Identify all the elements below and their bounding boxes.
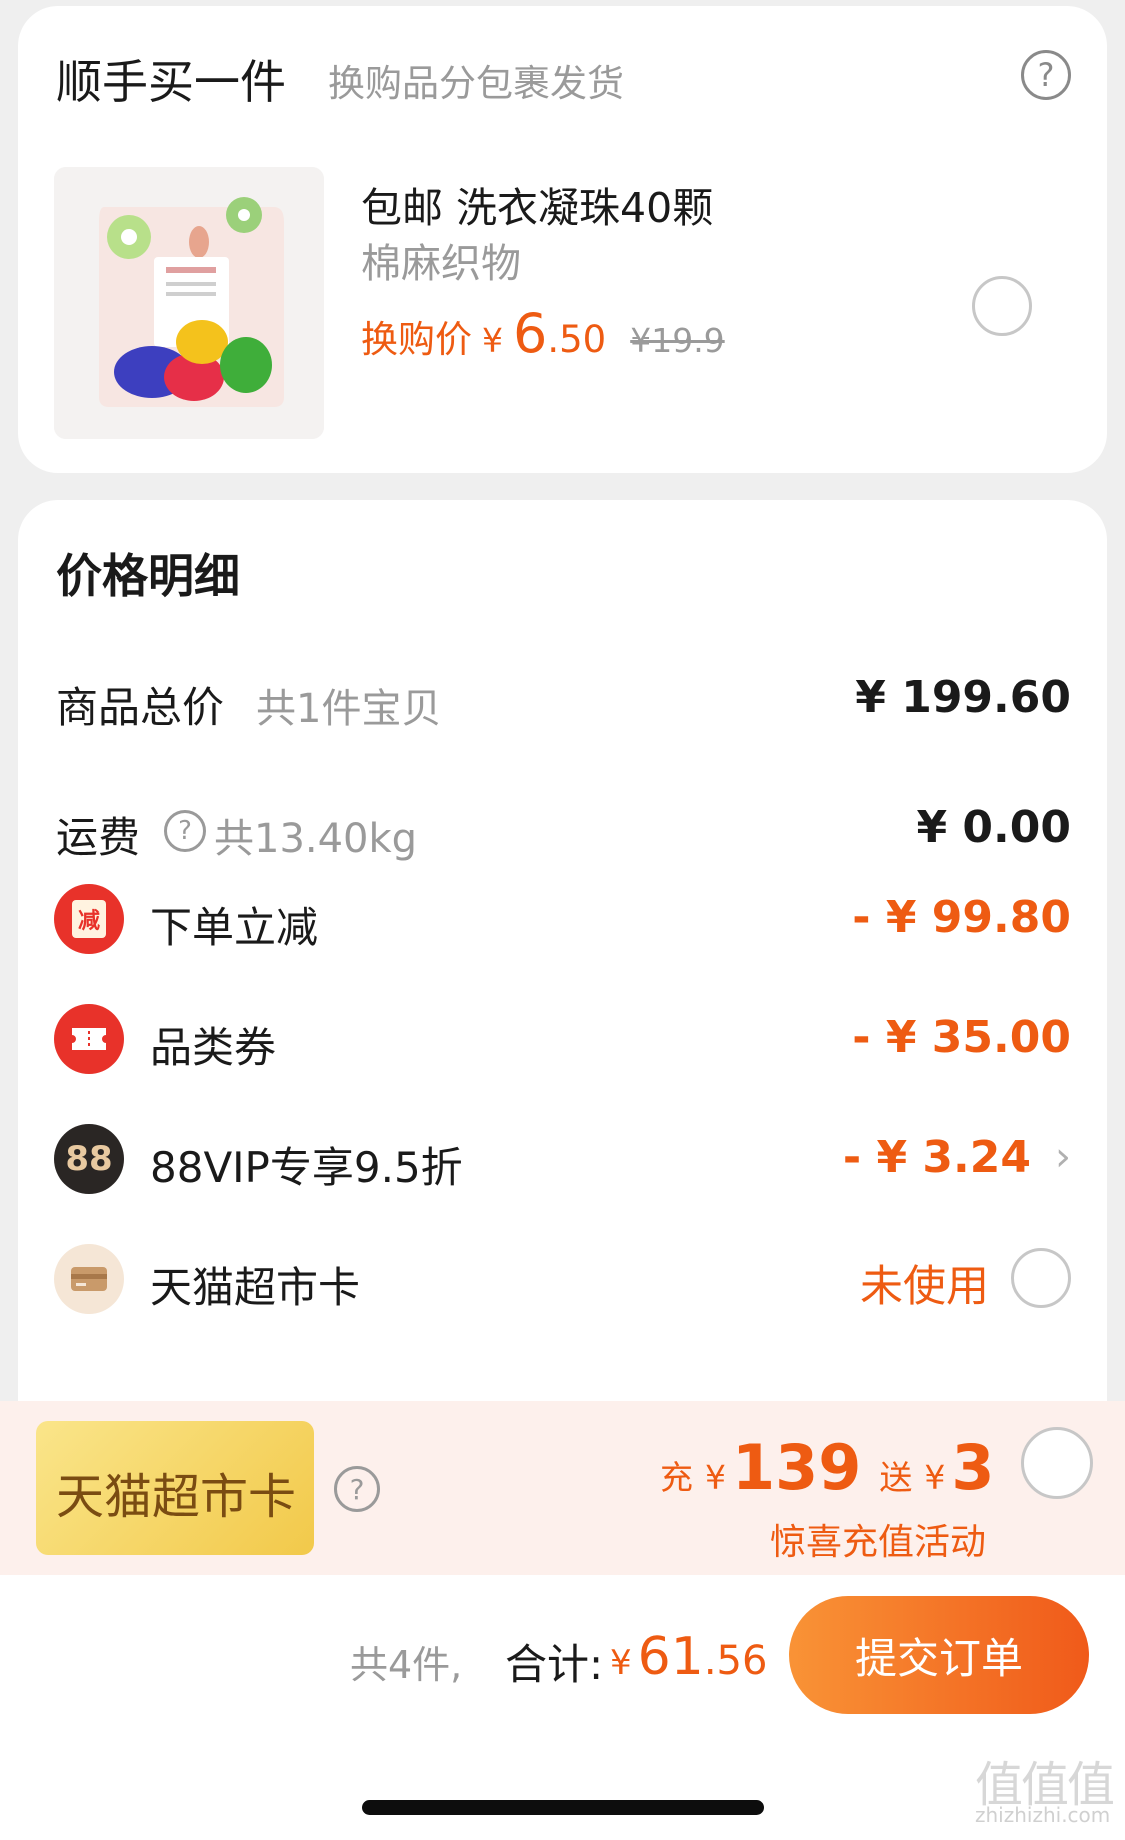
- discount-icon-label: 减: [72, 900, 106, 938]
- total-currency: ¥: [610, 1643, 632, 1683]
- category-coupon-value[interactable]: - ¥ 35.00: [852, 1012, 1071, 1063]
- addon-title: 顺手买一件: [56, 55, 286, 109]
- price-decimal: .50: [547, 318, 607, 361]
- submit-order-button[interactable]: 提交订单: [789, 1596, 1089, 1714]
- checkout-footer: 共4件, 合计: ¥ 61 .56 提交订单 值值值 zhizhizhi.com: [0, 1575, 1125, 1840]
- price-details-card: 价格明细 商品总价 共1件宝贝 ¥ 199.60 运费 ? 共13.40kg ¥…: [18, 500, 1107, 1500]
- supermarket-card-icon: [54, 1244, 124, 1314]
- recharge-radio[interactable]: [1021, 1427, 1093, 1499]
- product-price: 换购价 ¥ 6 .50 ¥19.9: [361, 302, 725, 365]
- addon-subtitle: 换购品分包裹发货: [328, 62, 624, 105]
- charge-amount: 139: [732, 1431, 862, 1504]
- product-thumbnail[interactable]: [54, 167, 324, 439]
- original-price: ¥19.9: [630, 321, 725, 360]
- vip-88-icon: 88: [54, 1124, 124, 1194]
- instant-discount-value: - ¥ 99.80: [852, 892, 1071, 943]
- product-category: 棉麻织物: [361, 241, 521, 287]
- goods-total-label: 商品总价: [56, 683, 225, 732]
- charge-label: 充: [660, 1458, 693, 1497]
- gift-label: 送: [879, 1458, 913, 1497]
- goods-total-value: ¥ 199.60: [855, 672, 1071, 723]
- category-coupon-label: 品类券: [150, 1023, 277, 1072]
- shipping-label: 运费: [56, 813, 141, 862]
- recharge-offer: 充 ¥ 139 送 ¥ 3: [660, 1431, 995, 1504]
- shipping-weight: 共13.40kg: [214, 816, 418, 862]
- gift-currency: ¥: [924, 1458, 946, 1497]
- coupon-icon: [54, 1004, 124, 1074]
- help-icon[interactable]: ?: [1021, 50, 1071, 100]
- recharge-note: 惊喜充值活动: [770, 1522, 987, 1563]
- price-integer: 6: [513, 302, 548, 365]
- watermark-url: zhizhizhi.com: [975, 1803, 1111, 1827]
- product-name[interactable]: 包邮 洗衣凝珠40颗: [361, 174, 713, 234]
- total-amount: ¥ 61 .56: [610, 1627, 767, 1687]
- addon-select-radio[interactable]: [972, 276, 1032, 336]
- instant-discount-label: 下单立减: [150, 903, 319, 952]
- banner-help-icon[interactable]: ?: [334, 1466, 380, 1512]
- item-count: 共4件,: [350, 1643, 463, 1687]
- goods-count: 共1件宝贝: [256, 686, 442, 732]
- supermarket-card-radio[interactable]: [1011, 1248, 1071, 1308]
- supermarket-card-status: 未使用: [860, 1262, 989, 1312]
- gift-amount: 3: [951, 1431, 995, 1504]
- charge-currency: ¥: [705, 1458, 726, 1497]
- shipping-help-icon[interactable]: ?: [164, 810, 206, 852]
- discount-icon: 减: [54, 884, 124, 954]
- total-label: 合计:: [505, 1640, 604, 1689]
- supermarket-card-badge-label: 天猫超市卡: [56, 1469, 297, 1525]
- addon-card: 顺手买一件 换购品分包裹发货 ? 包邮 洗衣凝珠40颗 棉麻织物 换购价 ¥ 6…: [18, 6, 1107, 473]
- shipping-value: ¥ 0.00: [916, 802, 1072, 853]
- chevron-right-icon[interactable]: ›: [1055, 1134, 1071, 1180]
- price-label: 换购价: [361, 318, 472, 361]
- vip-discount-label: 88VIP专享9.5折: [150, 1143, 463, 1192]
- supermarket-card-badge[interactable]: 天猫超市卡: [36, 1421, 314, 1555]
- supermarket-card-label: 天猫超市卡: [150, 1263, 361, 1312]
- total-integer: 61: [637, 1627, 704, 1687]
- home-indicator[interactable]: [362, 1800, 764, 1815]
- vip-discount-value[interactable]: - ¥ 3.24: [843, 1132, 1031, 1183]
- total-decimal: .56: [703, 1638, 768, 1684]
- recharge-banner: 天猫超市卡 ? 充 ¥ 139 送 ¥ 3 惊喜充值活动: [0, 1401, 1125, 1575]
- price-currency: ¥: [482, 321, 503, 360]
- price-details-title: 价格明细: [56, 549, 240, 603]
